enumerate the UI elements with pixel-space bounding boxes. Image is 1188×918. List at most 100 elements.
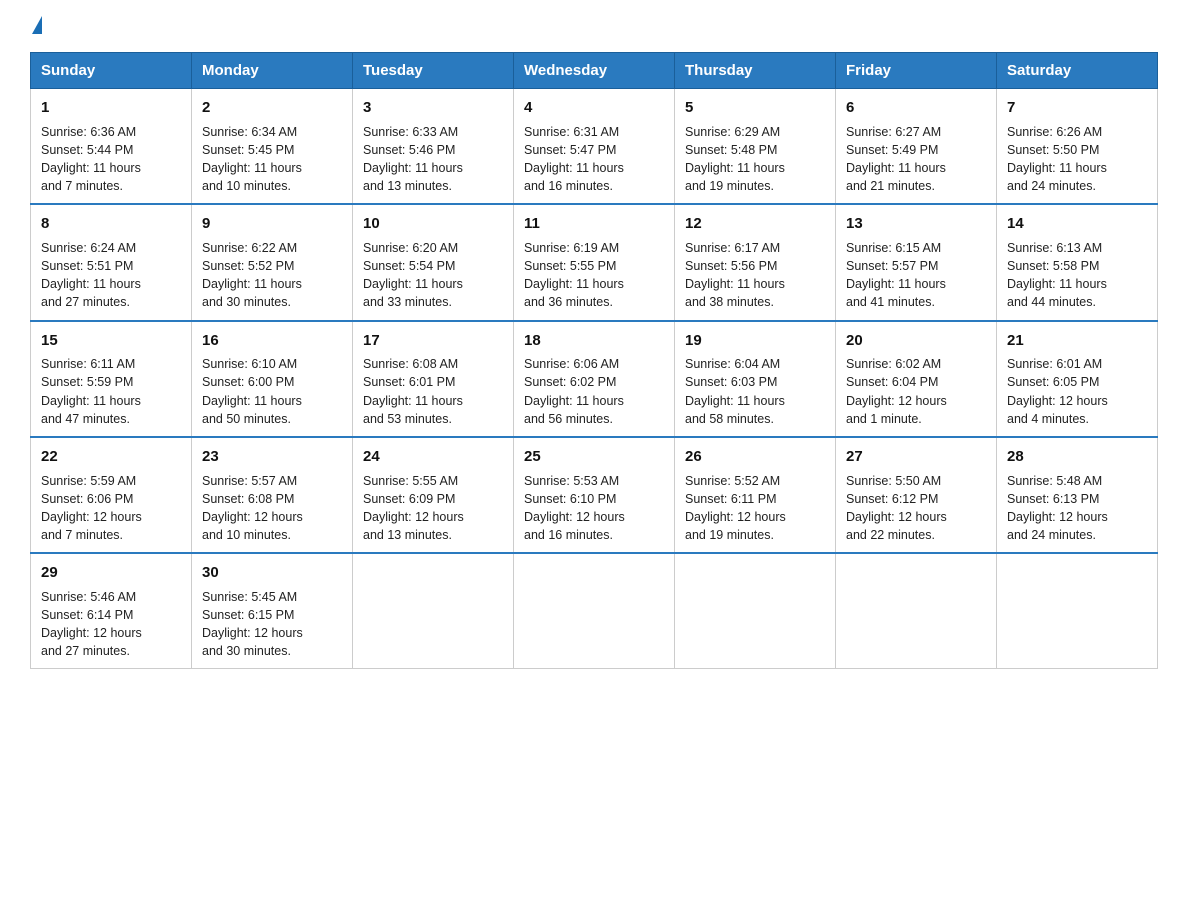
- day-number: 26: [685, 446, 825, 468]
- day-info: Sunrise: 5:59 AMSunset: 6:06 PMDaylight:…: [41, 472, 181, 545]
- day-number: 12: [685, 213, 825, 235]
- calendar-cell: 2 Sunrise: 6:34 AMSunset: 5:45 PMDaylight…: [192, 89, 353, 205]
- column-header-friday: Friday: [836, 53, 997, 89]
- logo: [30, 20, 42, 34]
- calendar-cell: 13 Sunrise: 6:15 AMSunset: 5:57 PMDayligh…: [836, 204, 997, 320]
- calendar-week-row: 1 Sunrise: 6:36 AMSunset: 5:44 PMDaylight…: [31, 89, 1158, 205]
- day-number: 14: [1007, 213, 1147, 235]
- calendar-cell: 1 Sunrise: 6:36 AMSunset: 5:44 PMDaylight…: [31, 89, 192, 205]
- day-info: Sunrise: 6:02 AMSunset: 6:04 PMDaylight:…: [846, 355, 986, 428]
- column-header-sunday: Sunday: [31, 53, 192, 89]
- calendar-cell: 25 Sunrise: 5:53 AMSunset: 6:10 PMDayligh…: [514, 437, 675, 553]
- calendar-cell: 21Sunrise: 6:01 AMSunset: 6:05 PMDayligh…: [997, 321, 1158, 437]
- day-number: 11: [524, 213, 664, 235]
- calendar-cell: 5 Sunrise: 6:29 AMSunset: 5:48 PMDaylight…: [675, 89, 836, 205]
- calendar-cell: 20 Sunrise: 6:02 AMSunset: 6:04 PMDayligh…: [836, 321, 997, 437]
- page-header: [30, 20, 1158, 34]
- calendar-week-row: 22 Sunrise: 5:59 AMSunset: 6:06 PMDayligh…: [31, 437, 1158, 553]
- day-number: 19: [685, 330, 825, 352]
- calendar-week-row: 15 Sunrise: 6:11 AMSunset: 5:59 PMDayligh…: [31, 321, 1158, 437]
- day-info: Sunrise: 5:45 AMSunset: 6:15 PMDaylight:…: [202, 588, 342, 661]
- calendar-cell: 17 Sunrise: 6:08 AMSunset: 6:01 PMDayligh…: [353, 321, 514, 437]
- day-number: 16: [202, 330, 342, 352]
- day-info: Sunrise: 6:34 AMSunset: 5:45 PMDaylight:…: [202, 123, 342, 196]
- calendar-cell: 9 Sunrise: 6:22 AMSunset: 5:52 PMDaylight…: [192, 204, 353, 320]
- day-number: 2: [202, 97, 342, 119]
- calendar-week-row: 29 Sunrise: 5:46 AMSunset: 6:14 PMDayligh…: [31, 553, 1158, 669]
- day-info: Sunrise: 6:36 AMSunset: 5:44 PMDaylight:…: [41, 123, 181, 196]
- calendar-cell: 23 Sunrise: 5:57 AMSunset: 6:08 PMDayligh…: [192, 437, 353, 553]
- day-number: 15: [41, 330, 181, 352]
- day-info: Sunrise: 5:46 AMSunset: 6:14 PMDaylight:…: [41, 588, 181, 661]
- calendar-cell: 26Sunrise: 5:52 AMSunset: 6:11 PMDayligh…: [675, 437, 836, 553]
- column-header-monday: Monday: [192, 53, 353, 89]
- day-info: Sunrise: 5:55 AMSunset: 6:09 PMDaylight:…: [363, 472, 503, 545]
- calendar-cell: 3 Sunrise: 6:33 AMSunset: 5:46 PMDaylight…: [353, 89, 514, 205]
- day-info: Sunrise: 6:20 AMSunset: 5:54 PMDaylight:…: [363, 239, 503, 312]
- calendar-week-row: 8 Sunrise: 6:24 AMSunset: 5:51 PMDaylight…: [31, 204, 1158, 320]
- day-number: 29: [41, 562, 181, 584]
- day-info: Sunrise: 6:11 AMSunset: 5:59 PMDaylight:…: [41, 355, 181, 428]
- day-info: Sunrise: 6:31 AMSunset: 5:47 PMDaylight:…: [524, 123, 664, 196]
- day-info: Sunrise: 6:19 AMSunset: 5:55 PMDaylight:…: [524, 239, 664, 312]
- day-info: Sunrise: 6:29 AMSunset: 5:48 PMDaylight:…: [685, 123, 825, 196]
- calendar-cell: 4 Sunrise: 6:31 AMSunset: 5:47 PMDaylight…: [514, 89, 675, 205]
- calendar-cell: 14 Sunrise: 6:13 AMSunset: 5:58 PMDayligh…: [997, 204, 1158, 320]
- day-number: 20: [846, 330, 986, 352]
- calendar-cell: 11 Sunrise: 6:19 AMSunset: 5:55 PMDayligh…: [514, 204, 675, 320]
- day-info: Sunrise: 6:22 AMSunset: 5:52 PMDaylight:…: [202, 239, 342, 312]
- day-info: Sunrise: 6:15 AMSunset: 5:57 PMDaylight:…: [846, 239, 986, 312]
- day-info: Sunrise: 6:13 AMSunset: 5:58 PMDaylight:…: [1007, 239, 1147, 312]
- calendar-cell: 29 Sunrise: 5:46 AMSunset: 6:14 PMDayligh…: [31, 553, 192, 669]
- calendar-cell: [353, 553, 514, 669]
- calendar-cell: 30 Sunrise: 5:45 AMSunset: 6:15 PMDayligh…: [192, 553, 353, 669]
- day-info: Sunrise: 6:08 AMSunset: 6:01 PMDaylight:…: [363, 355, 503, 428]
- day-number: 18: [524, 330, 664, 352]
- calendar-cell: [836, 553, 997, 669]
- calendar-cell: 6 Sunrise: 6:27 AMSunset: 5:49 PMDaylight…: [836, 89, 997, 205]
- day-info: Sunrise: 6:04 AMSunset: 6:03 PMDaylight:…: [685, 355, 825, 428]
- day-number: 8: [41, 213, 181, 235]
- day-info: Sunrise: 5:48 AMSunset: 6:13 PMDaylight:…: [1007, 472, 1147, 545]
- day-info: Sunrise: 6:24 AMSunset: 5:51 PMDaylight:…: [41, 239, 181, 312]
- day-info: Sunrise: 5:53 AMSunset: 6:10 PMDaylight:…: [524, 472, 664, 545]
- day-number: 23: [202, 446, 342, 468]
- day-number: 6: [846, 97, 986, 119]
- day-info: Sunrise: 5:57 AMSunset: 6:08 PMDaylight:…: [202, 472, 342, 545]
- day-number: 27: [846, 446, 986, 468]
- day-number: 9: [202, 213, 342, 235]
- day-number: 1: [41, 97, 181, 119]
- calendar-cell: 7 Sunrise: 6:26 AMSunset: 5:50 PMDaylight…: [997, 89, 1158, 205]
- day-number: 17: [363, 330, 503, 352]
- column-header-wednesday: Wednesday: [514, 53, 675, 89]
- calendar-cell: 16Sunrise: 6:10 AMSunset: 6:00 PMDayligh…: [192, 321, 353, 437]
- day-info: Sunrise: 6:06 AMSunset: 6:02 PMDaylight:…: [524, 355, 664, 428]
- day-number: 13: [846, 213, 986, 235]
- day-number: 22: [41, 446, 181, 468]
- calendar-table: SundayMondayTuesdayWednesdayThursdayFrid…: [30, 52, 1158, 669]
- calendar-cell: 15 Sunrise: 6:11 AMSunset: 5:59 PMDayligh…: [31, 321, 192, 437]
- day-info: Sunrise: 6:27 AMSunset: 5:49 PMDaylight:…: [846, 123, 986, 196]
- day-number: 28: [1007, 446, 1147, 468]
- day-number: 30: [202, 562, 342, 584]
- calendar-cell: 24 Sunrise: 5:55 AMSunset: 6:09 PMDayligh…: [353, 437, 514, 553]
- day-info: Sunrise: 6:26 AMSunset: 5:50 PMDaylight:…: [1007, 123, 1147, 196]
- day-number: 7: [1007, 97, 1147, 119]
- day-number: 5: [685, 97, 825, 119]
- calendar-cell: 19 Sunrise: 6:04 AMSunset: 6:03 PMDayligh…: [675, 321, 836, 437]
- day-number: 25: [524, 446, 664, 468]
- day-number: 3: [363, 97, 503, 119]
- day-number: 24: [363, 446, 503, 468]
- calendar-header-row: SundayMondayTuesdayWednesdayThursdayFrid…: [31, 53, 1158, 89]
- day-info: Sunrise: 6:01 AMSunset: 6:05 PMDaylight:…: [1007, 355, 1147, 428]
- column-header-tuesday: Tuesday: [353, 53, 514, 89]
- day-info: Sunrise: 6:17 AMSunset: 5:56 PMDaylight:…: [685, 239, 825, 312]
- column-header-thursday: Thursday: [675, 53, 836, 89]
- calendar-cell: [675, 553, 836, 669]
- calendar-cell: 8 Sunrise: 6:24 AMSunset: 5:51 PMDaylight…: [31, 204, 192, 320]
- calendar-cell: 10Sunrise: 6:20 AMSunset: 5:54 PMDayligh…: [353, 204, 514, 320]
- calendar-cell: 27Sunrise: 5:50 AMSunset: 6:12 PMDayligh…: [836, 437, 997, 553]
- day-number: 4: [524, 97, 664, 119]
- day-info: Sunrise: 6:33 AMSunset: 5:46 PMDaylight:…: [363, 123, 503, 196]
- calendar-cell: 12 Sunrise: 6:17 AMSunset: 5:56 PMDayligh…: [675, 204, 836, 320]
